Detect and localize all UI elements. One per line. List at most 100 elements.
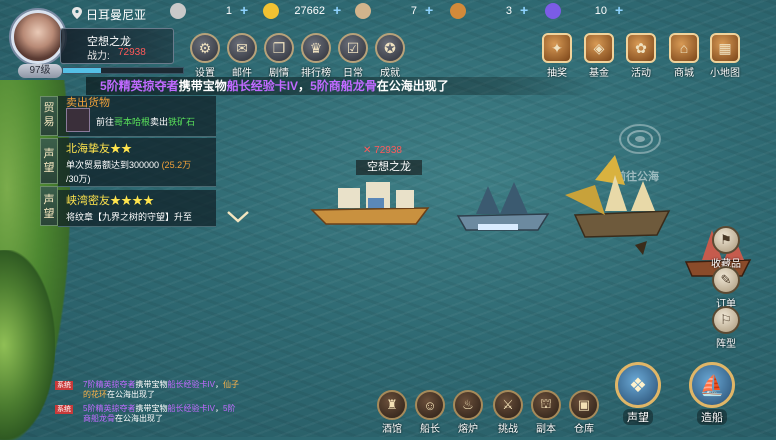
- bottom-label: 副本: [536, 424, 556, 435]
- power-value: 72938: [118, 47, 146, 58]
- ranking-icon: ♛: [301, 33, 331, 63]
- menu-ranking-button[interactable]: ♛ 排行榜: [299, 33, 333, 79]
- quest-desc-city: 哥本哈根: [114, 117, 151, 127]
- menu-gift-button[interactable]: ✿ 活动: [622, 33, 660, 79]
- bottom-label: 船长: [420, 424, 440, 435]
- chat-line: 系统 5阶精英掠夺者携带宝物船长经验卡IV，5阶商船龙骨在公海出现了: [55, 404, 240, 424]
- achievement-icon: ✪: [375, 33, 405, 63]
- menu-shop-button[interactable]: ⌂ 商城: [665, 33, 703, 79]
- side-formation-button[interactable]: ⚐ 阵型: [706, 306, 746, 350]
- resource-value: 3: [505, 5, 512, 17]
- gift-icon: ✿: [626, 33, 656, 63]
- quest-desc-line2: /30万): [66, 174, 91, 184]
- shipbuild-icon: ⛵: [689, 362, 735, 408]
- menu-daily-button[interactable]: ☑ 日常: [336, 33, 370, 79]
- quest-trade[interactable]: 卖出货物 前往哥本哈根卖出铁矿石: [58, 96, 216, 137]
- player-ship[interactable]: [308, 180, 440, 228]
- quest-tab-reputation-2[interactable]: 声望: [40, 186, 58, 226]
- bottom-swords-button[interactable]: ⚔ 挑战: [490, 390, 526, 435]
- menu-gear-button[interactable]: ⚙ 设置: [188, 33, 222, 79]
- add-resource-button[interactable]: +: [333, 3, 347, 17]
- book-icon: ❐: [264, 33, 294, 63]
- resource-value: 27662: [294, 5, 325, 17]
- daily-icon: ☑: [338, 33, 368, 63]
- bottom-label: 酒馆: [382, 424, 402, 435]
- whirlpool-marker[interactable]: [618, 122, 662, 156]
- gem-icon: [545, 3, 561, 19]
- quest-progress: (25.2万: [161, 160, 192, 170]
- captain-icon: ☺: [415, 390, 445, 420]
- chat-item: 船长经验卡: [167, 380, 208, 389]
- big-shipbuild-button[interactable]: ⛵ 造船: [684, 362, 740, 426]
- map-icon: ▦: [710, 33, 740, 63]
- menu-treasure-chest-button[interactable]: ✦ 抽奖: [538, 33, 576, 79]
- collection-icon: ⚑: [712, 226, 740, 254]
- bottom-furnace-button[interactable]: ♨ 熔炉: [450, 390, 486, 435]
- chat-system-tag: 系统: [55, 381, 73, 390]
- escort-ship[interactable]: [452, 180, 552, 236]
- marquee-item-1: 船长经验卡IV: [226, 79, 299, 93]
- tavern-icon: ♜: [377, 390, 407, 420]
- menu-map-button[interactable]: ▦ 小地图: [706, 33, 744, 79]
- resource-value: 10: [594, 5, 607, 17]
- bottom-captain-button[interactable]: ☺ 船长: [412, 390, 448, 435]
- dungeon-icon: ⛫: [531, 390, 561, 420]
- menu-book-button[interactable]: ❐ 剧情: [262, 33, 296, 79]
- marquee-tail: 在公海出现了: [376, 79, 449, 93]
- chat-boss: 7阶精英掠夺者: [83, 380, 136, 389]
- quest-title: 北海挚友★★: [66, 143, 132, 155]
- dragon-ship[interactable]: [565, 155, 677, 255]
- gold-coin-icon: [263, 3, 279, 19]
- exp-bar-fill: [63, 68, 102, 73]
- chat-tail: 在公海出现了: [107, 390, 155, 399]
- bottom-label: 熔炉: [458, 424, 478, 435]
- add-resource-button[interactable]: +: [240, 3, 254, 17]
- location-pin-icon: [72, 7, 82, 19]
- big-eagle-emblem-button[interactable]: ❖ 声望: [610, 362, 666, 426]
- chat-item-grade: IV: [207, 380, 216, 389]
- quest-tab-reputation-1[interactable]: 声望: [40, 138, 58, 184]
- side-label: 阵型: [716, 339, 736, 350]
- server-name: 日耳曼尼亚: [86, 8, 147, 22]
- chat-line: 系统 7阶精英掠夺者携带宝物船长经验卡IV，仙子的花环在公海出现了: [55, 380, 240, 400]
- quest-fjord-friend[interactable]: 峡湾密友★★★★ 将纹章【九界之树的守望】升至: [58, 190, 216, 227]
- add-resource-button[interactable]: +: [615, 3, 629, 17]
- quest-desc-action: 卖出: [150, 117, 169, 127]
- profile-panel[interactable]: 空想之龙 战力: 72938: [60, 28, 174, 64]
- menu-mail-button[interactable]: ✉ 邮件: [225, 33, 259, 79]
- quest-title: 峡湾密友★★★★: [66, 195, 154, 207]
- quest-desc: 前往哥本哈根卖出铁矿石: [96, 115, 195, 128]
- menu-fund-button[interactable]: ◈ 基金: [580, 33, 618, 79]
- eagle-emblem-icon: ❖: [615, 362, 661, 408]
- quest-desc-goods: 铁矿石: [168, 117, 196, 127]
- menu-achievement-button[interactable]: ✪ 成就: [373, 33, 407, 79]
- quest-desc-text: 单次贸易额达到300000: [66, 160, 160, 170]
- collapse-quests-chevron-icon[interactable]: [226, 210, 250, 224]
- power-label: 战力:: [87, 51, 110, 62]
- side-order-button[interactable]: ✎ 订单: [706, 266, 746, 310]
- add-resource-button[interactable]: +: [520, 3, 534, 17]
- bottom-dungeon-button[interactable]: ⛫ 副本: [528, 390, 564, 435]
- ship-power-value: 72938: [374, 145, 402, 156]
- quest-tab-trade[interactable]: 贸易: [40, 96, 58, 136]
- chat-comma: ，: [215, 380, 224, 389]
- ship-name-tag: 空想之龙: [356, 160, 422, 175]
- bottom-tavern-button[interactable]: ♜ 酒馆: [374, 390, 410, 435]
- bottom-warehouse-button[interactable]: ▣ 仓库: [566, 390, 602, 435]
- quest-north-sea-friend[interactable]: 北海挚友★★ 单次贸易额达到300000 (25.2万 /30万): [58, 138, 216, 187]
- system-chat[interactable]: 系统 7阶精英掠夺者携带宝物船长经验卡IV，仙子的花环在公海出现了 系统 5阶精…: [55, 380, 240, 424]
- chat-system-tag: 系统: [55, 405, 73, 414]
- furnace-icon: ♨: [453, 390, 483, 420]
- quest-desc: 将纹章【九界之树的守望】升至: [66, 212, 193, 222]
- chat-item: 船长经验卡: [167, 404, 208, 413]
- add-resource-button[interactable]: +: [425, 3, 439, 17]
- chat-carry: 携带宝物: [135, 404, 168, 413]
- big-label: 造船: [697, 409, 727, 425]
- chat-carry: 携带宝物: [135, 380, 168, 389]
- marquee-text-carry: 携带宝物: [178, 79, 227, 93]
- player-avatar[interactable]: [11, 10, 65, 64]
- broadcast-marquee: 5阶精英掠夺者携带宝物船长经验卡IV，5阶商船龙骨在公海出现了: [86, 77, 600, 95]
- side-collection-button[interactable]: ⚑ 收藏品: [706, 226, 746, 270]
- quest-desc-verb: 前往: [96, 117, 115, 127]
- warehouse-icon: ▣: [569, 390, 599, 420]
